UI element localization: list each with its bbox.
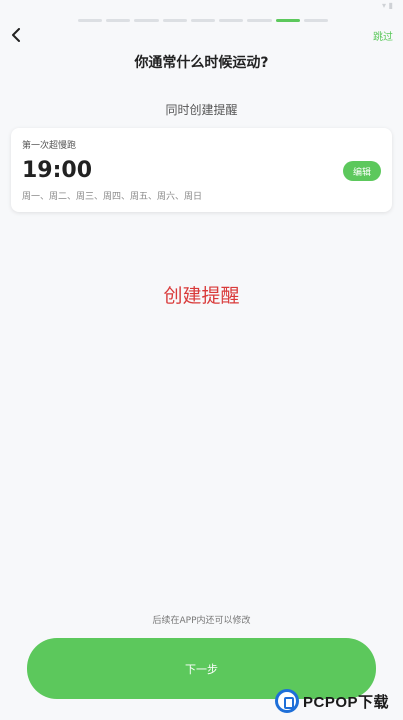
progress-step-5: [190, 19, 216, 22]
reminder-days: 周一、周二、周三、周四、周五、周六、周日: [22, 192, 203, 202]
step-progress-bar: [78, 19, 328, 22]
watermark: PCPOP下载: [275, 682, 403, 720]
watermark-text: PCPOP下载: [303, 693, 390, 711]
progress-step-9: [303, 19, 328, 22]
reminder-heading: 同时创建提醒: [165, 103, 238, 117]
progress-step-8: [275, 19, 300, 22]
progress-step-7: [247, 19, 272, 22]
progress-step-3: [134, 19, 159, 22]
edit-button[interactable]: 编辑: [343, 161, 381, 181]
progress-step-2: [106, 19, 131, 22]
status-bar: ▾ ▮: [0, 0, 403, 12]
status-indicators: ▾ ▮: [382, 1, 393, 10]
pcpop-logo-icon: [275, 689, 299, 713]
create-reminder-annotation: 创建提醒: [163, 285, 240, 307]
skip-button[interactable]: 跳过: [373, 28, 393, 43]
chevron-left-icon: [12, 28, 20, 42]
back-button[interactable]: [8, 26, 26, 44]
modify-later-note: 后续在APP内还可以修改: [152, 616, 251, 626]
page-title: 你通常什么时候运动?: [134, 55, 269, 71]
progress-step-6: [219, 19, 244, 22]
reminder-title: 第一次超慢跑: [22, 141, 77, 151]
reminder-card[interactable]: 第一次超慢跑 19:00 周一、周二、周三、周四、周五、周六、周日 编辑: [11, 128, 392, 212]
progress-step-1: [78, 19, 103, 22]
progress-step-4: [162, 19, 187, 22]
reminder-time: 19:00: [22, 158, 93, 183]
